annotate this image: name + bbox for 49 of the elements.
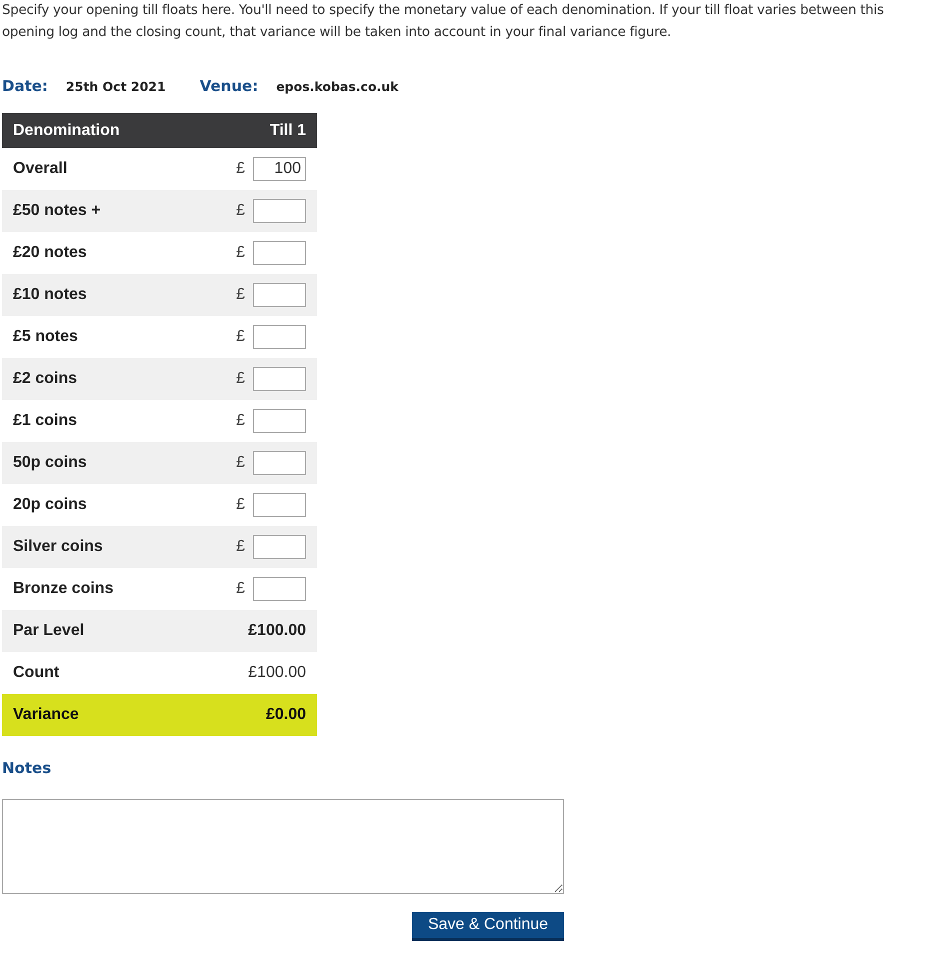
amount-field[interactable] [253,451,306,475]
row-label: Count [13,664,60,682]
meta-label: Venue: [200,77,258,95]
meta-value: 25th Oct 2021 [66,79,166,94]
row-label: 50p coins [13,454,87,472]
amount-field[interactable] [253,409,306,433]
row-label: £10 notes [13,286,87,304]
row-label: Overall [13,160,68,178]
amount-field[interactable] [253,199,306,223]
currency-symbol: £ [236,286,245,304]
row-label: 20p coins [13,496,87,514]
amount-value: £100.00 [248,664,306,682]
row-label: Bronze coins [13,580,114,598]
notes-label: Notes [2,759,52,777]
amount-field[interactable] [253,241,306,265]
meta-value: epos.kobas.co.uk [276,79,398,94]
currency-symbol: £ [236,454,245,472]
row-label: £2 coins [13,370,78,388]
amount-field[interactable] [253,367,306,391]
currency-symbol: £ [236,538,245,556]
column-header: Till 1 [270,122,306,140]
currency-symbol: £ [236,160,245,178]
amount-field[interactable] [253,535,306,559]
currency-symbol: £ [236,496,245,514]
row-label: Par Level [13,622,84,640]
currency-symbol: £ [236,412,245,430]
column-header: Denomination [13,122,120,140]
amount-value: £0.00 [266,706,306,724]
currency-symbol: £ [236,244,245,262]
amount-field[interactable] [253,493,306,517]
row-label: £20 notes [13,244,87,262]
currency-symbol: £ [236,328,245,346]
row-label: Variance [13,706,79,724]
amount-field[interactable] [253,283,306,307]
amount-field[interactable] [253,577,306,601]
amount-field[interactable]: 100 [253,157,306,181]
save-continue-button[interactable]: Save & Continue [412,912,564,941]
notes-field[interactable] [2,799,564,894]
row-label: £50 notes + [13,202,101,220]
row-label: Silver coins [13,538,103,556]
currency-symbol: £ [236,580,245,598]
row-label: £5 notes [13,328,78,346]
currency-symbol: £ [236,370,245,388]
currency-symbol: £ [236,202,245,220]
amount-field[interactable] [253,325,306,349]
row-label: £1 coins [13,412,78,430]
amount-value: £100.00 [248,622,306,640]
intro-text: Specify your opening till floats here. You'll need to specify the monetary value of each denomination. If your till float varies between this opening log and the closing count, that variance will be taken into account in your final variance figure. [2,2,885,42]
meta-label: Date: [2,77,48,95]
